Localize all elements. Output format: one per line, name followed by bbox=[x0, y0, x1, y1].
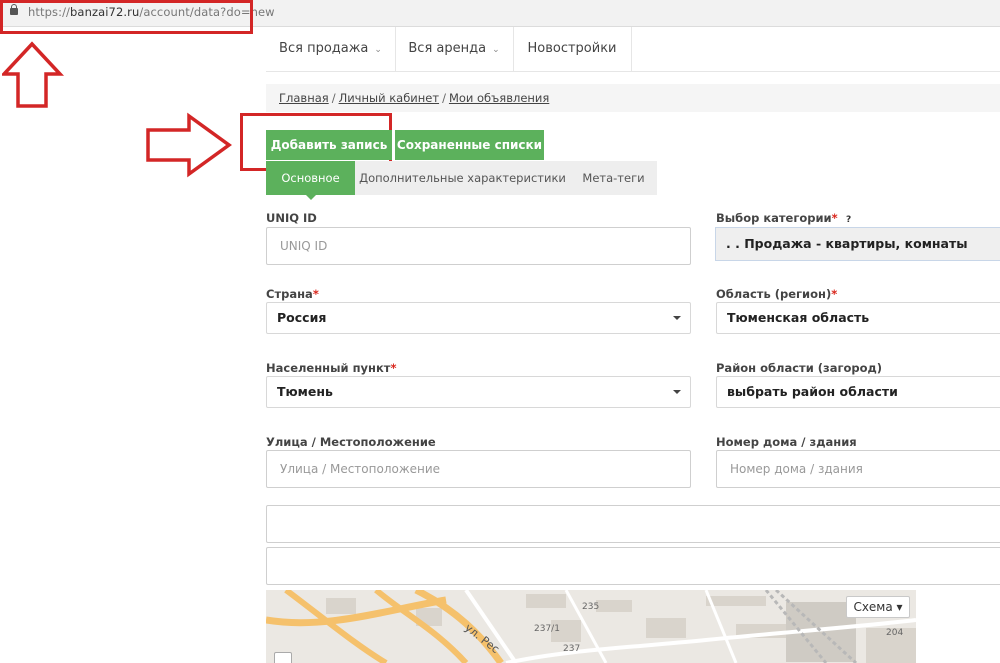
country-label: Страна* bbox=[266, 287, 319, 301]
map-label-237: 237 bbox=[563, 644, 581, 654]
nav-sales-label: Вся продажа bbox=[279, 41, 369, 56]
country-value: Россия bbox=[277, 310, 327, 325]
annotation-up-arrow bbox=[2, 41, 65, 108]
house-input[interactable]: Номер дома / здания bbox=[716, 450, 1000, 488]
uniq-id-label: UNIQ ID bbox=[266, 211, 317, 225]
zoom-out-button[interactable] bbox=[274, 652, 292, 663]
breadcrumb-my-ads[interactable]: Мои объявления bbox=[449, 91, 549, 105]
region-label-text: Область (регион) bbox=[716, 287, 832, 301]
chevron-down-icon: ⌄ bbox=[492, 45, 500, 55]
map-label-237-1: 237/1 bbox=[534, 624, 560, 634]
address-field-1[interactable] bbox=[266, 505, 1000, 543]
house-label: Номер дома / здания bbox=[716, 435, 857, 449]
map-label-235: 235 bbox=[582, 602, 600, 612]
top-navigation: Вся продажа ⌄ Вся аренда ⌄ Новостройки bbox=[266, 27, 1000, 72]
map-roads bbox=[266, 590, 916, 663]
required-mark: * bbox=[390, 361, 397, 375]
map[interactable]: 235 237/1 237 204 ул. Рес Схема ▾ bbox=[266, 590, 916, 663]
category-label-text: Выбор категории bbox=[716, 211, 832, 225]
annotation-right-arrow bbox=[146, 112, 232, 178]
locality-label-text: Населенный пункт bbox=[266, 361, 391, 375]
street-input[interactable]: Улица / Местоположение bbox=[266, 450, 691, 488]
breadcrumb-separator: / bbox=[331, 91, 336, 105]
annotation-url-highlight bbox=[0, 0, 253, 34]
locality-label: Населенный пункт* bbox=[266, 361, 396, 375]
country-select[interactable]: Россия bbox=[266, 302, 691, 334]
locality-value: Тюмень bbox=[277, 384, 333, 399]
dropdown-arrow-icon bbox=[673, 390, 681, 394]
map-type-button[interactable]: Схема ▾ bbox=[846, 596, 910, 618]
dropdown-arrow-icon bbox=[673, 316, 681, 320]
category-label: Выбор категории*? bbox=[716, 211, 855, 226]
category-select[interactable]: . . Продажа - квартиры, комнаты bbox=[715, 227, 1000, 261]
breadcrumb-home[interactable]: Главная bbox=[279, 91, 329, 105]
help-icon[interactable]: ? bbox=[843, 214, 855, 226]
district-select[interactable]: выбрать район области bbox=[716, 376, 1000, 408]
nav-rent-label: Вся аренда bbox=[408, 41, 487, 56]
tab-main[interactable]: Основное bbox=[266, 161, 355, 200]
chevron-down-icon: ⌄ bbox=[374, 45, 382, 55]
nav-newbuilds-label: Новостройки bbox=[527, 41, 617, 56]
street-label: Улица / Местоположение bbox=[266, 435, 436, 449]
breadcrumb: Главная / Личный кабинет / Мои объявления bbox=[266, 84, 1000, 112]
tab-additional[interactable]: Дополнительные характеристики bbox=[355, 161, 570, 195]
add-record-button[interactable]: Добавить запись bbox=[266, 130, 392, 160]
district-label: Район области (загород) bbox=[716, 361, 883, 375]
tab-meta[interactable]: Мета-теги bbox=[570, 161, 657, 195]
locality-select[interactable]: Тюмень bbox=[266, 376, 691, 408]
required-mark: * bbox=[831, 211, 838, 225]
region-select[interactable]: Тюменская область bbox=[716, 302, 1000, 334]
region-value: Тюменская область bbox=[727, 310, 870, 325]
required-mark: * bbox=[831, 287, 838, 301]
breadcrumb-account[interactable]: Личный кабинет bbox=[339, 91, 440, 105]
nav-rent[interactable]: Вся аренда ⌄ bbox=[395, 27, 514, 71]
district-value: выбрать район области bbox=[727, 384, 898, 399]
country-label-text: Страна bbox=[266, 287, 313, 301]
map-label-204: 204 bbox=[886, 628, 904, 638]
nav-sales[interactable]: Вся продажа ⌄ bbox=[266, 27, 396, 71]
required-mark: * bbox=[312, 287, 319, 301]
region-label: Область (регион)* bbox=[716, 287, 837, 301]
uniq-id-input[interactable]: UNIQ ID bbox=[266, 227, 691, 265]
breadcrumb-separator: / bbox=[442, 91, 446, 105]
nav-newbuilds[interactable]: Новостройки bbox=[513, 27, 632, 71]
address-field-2[interactable] bbox=[266, 547, 1000, 585]
saved-lists-button[interactable]: Сохраненные списки bbox=[395, 130, 544, 160]
